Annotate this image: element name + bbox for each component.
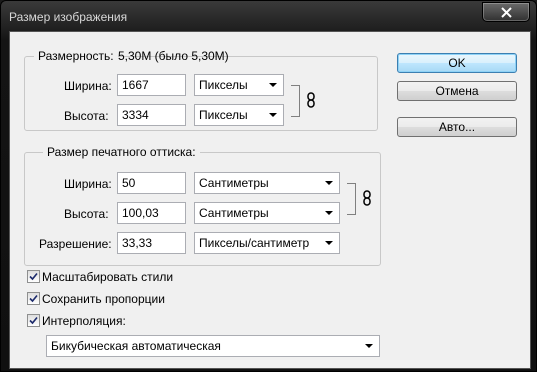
cancel-button[interactable]: Отмена	[397, 81, 517, 101]
image-size-dialog: Размер изображения Размерность: 5,30M (б…	[0, 0, 537, 372]
pixel-width-unit-value: Пикселы	[199, 78, 248, 92]
doc-width-label: Ширина:	[64, 177, 112, 191]
checkmark-icon	[29, 316, 38, 325]
resolution-unit-select[interactable]: Пикселы/сантиметр	[194, 232, 340, 254]
auto-button[interactable]: Авто...	[397, 117, 517, 137]
resample-label[interactable]: Интерполяция:	[42, 314, 126, 328]
doc-height-unit-select[interactable]: Сантиметры	[194, 202, 340, 224]
checkmark-icon	[29, 272, 38, 281]
doc-height-unit-value: Сантиметры	[199, 206, 269, 220]
pixel-height-unit-select[interactable]: Пикселы	[194, 104, 284, 126]
doc-height-input[interactable]: 100,03	[117, 202, 186, 224]
close-button[interactable]	[482, 2, 530, 22]
dialog-body: Размерность: 5,30M (было 5,30M) Ширина: …	[9, 31, 531, 369]
chevron-down-icon	[325, 211, 333, 215]
doc-height-label: Высота:	[64, 207, 109, 221]
ok-button[interactable]: OK	[397, 53, 517, 73]
chevron-down-icon	[325, 241, 333, 245]
chevron-down-icon	[269, 113, 277, 117]
window-title: Размер изображения	[9, 10, 128, 24]
pixel-height-input[interactable]: 3334	[117, 104, 186, 126]
scale-styles-label[interactable]: Масштабировать стили	[42, 270, 173, 284]
checkmark-icon	[29, 294, 38, 303]
resample-method-value: Бикубическая автоматическая	[51, 339, 221, 353]
chevron-down-icon	[269, 83, 277, 87]
doc-width-unit-value: Сантиметры	[199, 176, 269, 190]
pixel-width-unit-select[interactable]: Пикселы	[194, 74, 284, 96]
constrain-proportions-checkbox[interactable]	[27, 292, 40, 305]
pixel-dimensions-size: 5,30M (было 5,30M)	[118, 49, 229, 63]
chain-link-icon	[363, 190, 371, 206]
resolution-label: Разрешение:	[39, 237, 112, 251]
doc-width-unit-select[interactable]: Сантиметры	[194, 172, 340, 194]
pixel-dimensions-legend: Размерность:	[34, 49, 118, 63]
resample-method-select[interactable]: Бикубическая автоматическая	[46, 335, 380, 357]
constrain-proportions-label[interactable]: Сохранить пропорции	[42, 292, 165, 306]
document-link-bracket	[347, 183, 356, 215]
pixel-link-bracket	[291, 85, 300, 117]
pixel-width-input[interactable]: 1667	[117, 74, 186, 96]
resample-checkbox[interactable]	[27, 314, 40, 327]
pixel-width-label: Ширина:	[64, 79, 112, 93]
pixel-height-label: Высота:	[64, 109, 109, 123]
close-icon	[501, 7, 512, 18]
resolution-input[interactable]: 33,33	[117, 232, 186, 254]
pixel-height-unit-value: Пикселы	[199, 108, 248, 122]
chevron-down-icon	[365, 344, 373, 348]
scale-styles-checkbox[interactable]	[27, 270, 40, 283]
document-size-legend: Размер печатного оттиска:	[43, 145, 200, 159]
resolution-unit-value: Пикселы/сантиметр	[199, 236, 310, 250]
chevron-down-icon	[325, 181, 333, 185]
title-bar[interactable]: Размер изображения	[1, 1, 536, 31]
doc-width-input[interactable]: 50	[117, 172, 186, 194]
chain-link-icon	[307, 92, 315, 108]
